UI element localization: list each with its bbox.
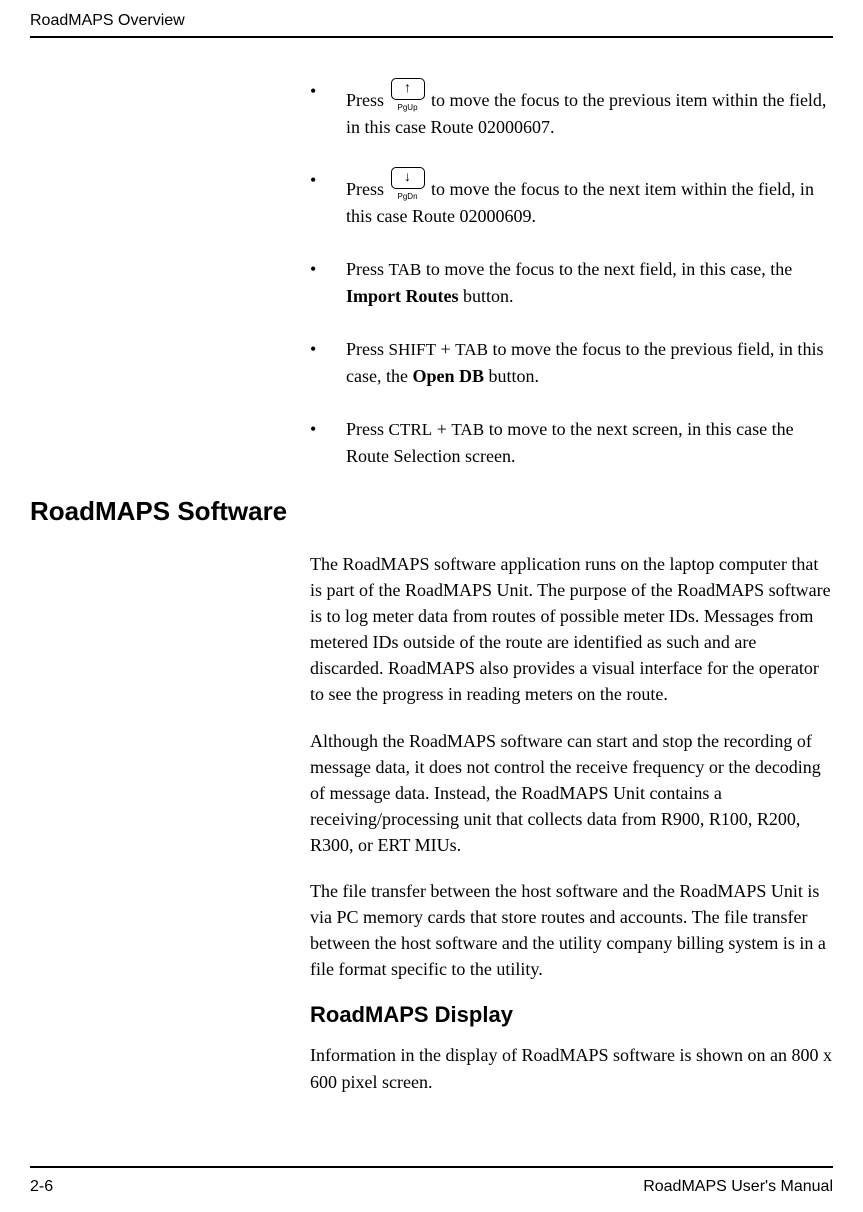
bullet-dot: •: [310, 416, 346, 470]
text: to move the focus to the next field, in …: [421, 259, 792, 279]
text: Press: [346, 419, 389, 439]
bullet-item: • Press TAB to move the focus to the nex…: [310, 256, 833, 310]
bullet-list: • Press ↑ PgUp to move the focus to the …: [310, 78, 833, 470]
pgup-key-icon: ↑ PgUp: [391, 78, 425, 114]
header-title: RoadMAPS Overview: [30, 12, 185, 29]
manual-title: RoadMAPS User's Manual: [643, 1178, 833, 1196]
bullet-item: • Press SHIFT + TAB to move the focus to…: [310, 336, 833, 390]
bullet-item: • Press ↓ PgDn to move the focus to the …: [310, 167, 833, 230]
text: +: [436, 339, 455, 359]
bullet-text: Press CTRL + TAB to move to the next scr…: [346, 416, 833, 470]
paragraph: Although the RoadMAPS software can start…: [310, 728, 833, 858]
page-header: RoadMAPS Overview: [30, 12, 833, 38]
key-label: PgDn: [391, 191, 425, 203]
text: +: [432, 419, 451, 439]
button-name: Import Routes: [346, 286, 459, 306]
ctrl-key-text: CTRL: [389, 420, 433, 439]
text: Press: [346, 259, 389, 279]
text: Press: [346, 90, 389, 110]
bullet-text: Press SHIFT + TAB to move the focus to t…: [346, 336, 833, 390]
section-heading: RoadMAPS Software: [30, 496, 833, 527]
tab-key-text: TAB: [451, 420, 484, 439]
bullet-dot: •: [310, 167, 346, 230]
text: Press: [346, 179, 389, 199]
bullet-dot: •: [310, 78, 346, 141]
bullet-item: • Press ↑ PgUp to move the focus to the …: [310, 78, 833, 141]
bullet-text: Press ↓ PgDn to move the focus to the ne…: [346, 167, 833, 230]
key-label: PgUp: [391, 102, 425, 114]
paragraph: Information in the display of RoadMAPS s…: [310, 1042, 833, 1094]
button-name: Open DB: [412, 366, 484, 386]
bullet-dot: •: [310, 256, 346, 310]
tab-key-text: TAB: [389, 260, 422, 279]
tab-key-text: TAB: [455, 340, 488, 359]
text: button.: [459, 286, 514, 306]
page-number: 2-6: [30, 1178, 53, 1196]
paragraph: The file transfer between the host softw…: [310, 878, 833, 982]
paragraph: The RoadMAPS software application runs o…: [310, 551, 833, 708]
text: Press: [346, 339, 389, 359]
content: • Press ↑ PgUp to move the focus to the …: [30, 78, 833, 1095]
shift-key-text: SHIFT: [389, 340, 437, 359]
bullet-text: Press TAB to move the focus to the next …: [346, 256, 833, 310]
pgdn-key-icon: ↓ PgDn: [391, 167, 425, 203]
bullet-item: • Press CTRL + TAB to move to the next s…: [310, 416, 833, 470]
bullet-dot: •: [310, 336, 346, 390]
subsection-heading: RoadMAPS Display: [310, 1002, 833, 1028]
bullet-text: Press ↑ PgUp to move the focus to the pr…: [346, 78, 833, 141]
text: button.: [484, 366, 539, 386]
page-footer: 2-6 RoadMAPS User's Manual: [30, 1166, 833, 1196]
